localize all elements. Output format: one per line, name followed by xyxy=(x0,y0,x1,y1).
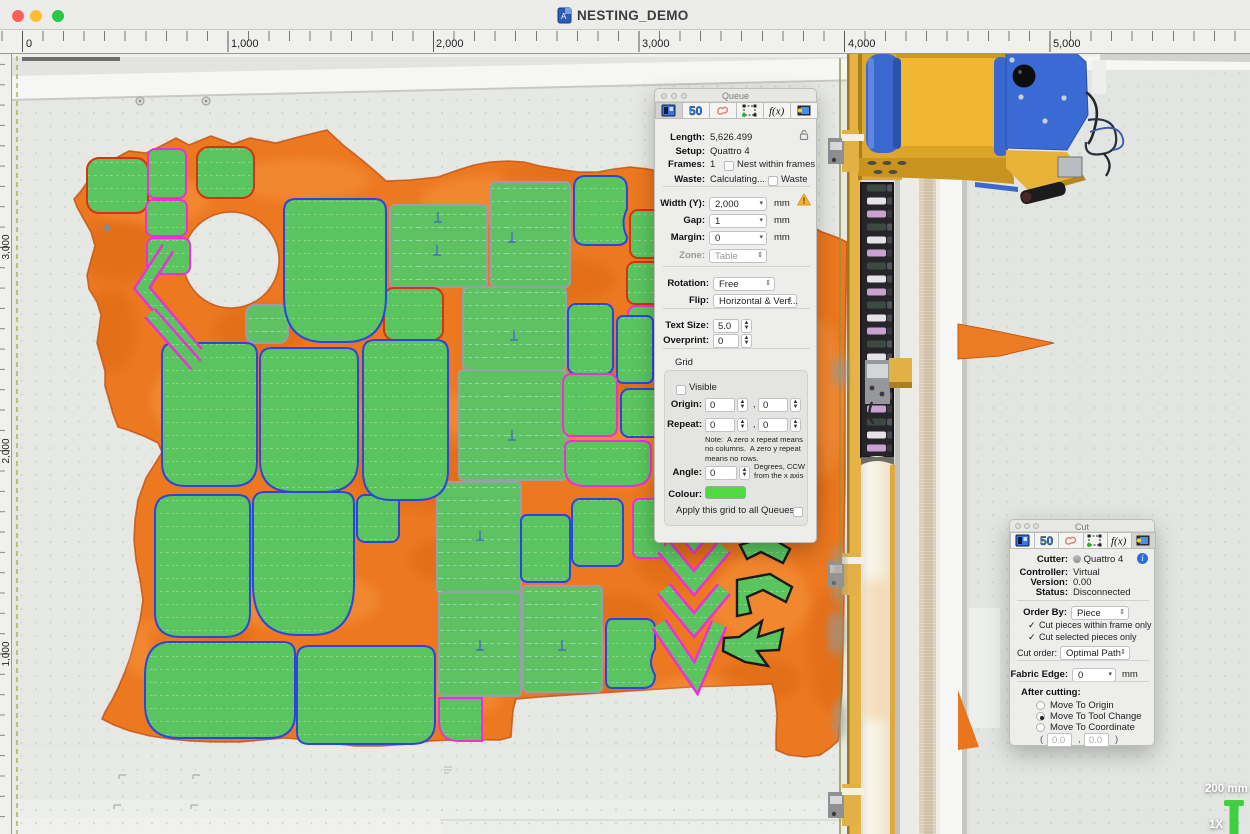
svg-text:50: 50 xyxy=(1040,534,1054,547)
svg-text:3,000: 3,000 xyxy=(1,234,12,259)
svg-text:2,000: 2,000 xyxy=(1,438,12,463)
svg-text:f(x): f(x) xyxy=(1111,536,1127,548)
svg-text:1,000: 1,000 xyxy=(231,38,259,50)
svg-text:f(x): f(x) xyxy=(769,106,785,118)
svg-text:0: 0 xyxy=(26,38,32,50)
svg-text:1,000: 1,000 xyxy=(1,641,12,666)
svg-text:2,000: 2,000 xyxy=(436,38,464,50)
svg-text:3,000: 3,000 xyxy=(642,38,670,50)
svg-text:50: 50 xyxy=(689,104,703,117)
svg-text:4,000: 4,000 xyxy=(848,38,876,50)
svg-text:A: A xyxy=(561,12,567,21)
svg-text:5,000: 5,000 xyxy=(1053,38,1081,50)
